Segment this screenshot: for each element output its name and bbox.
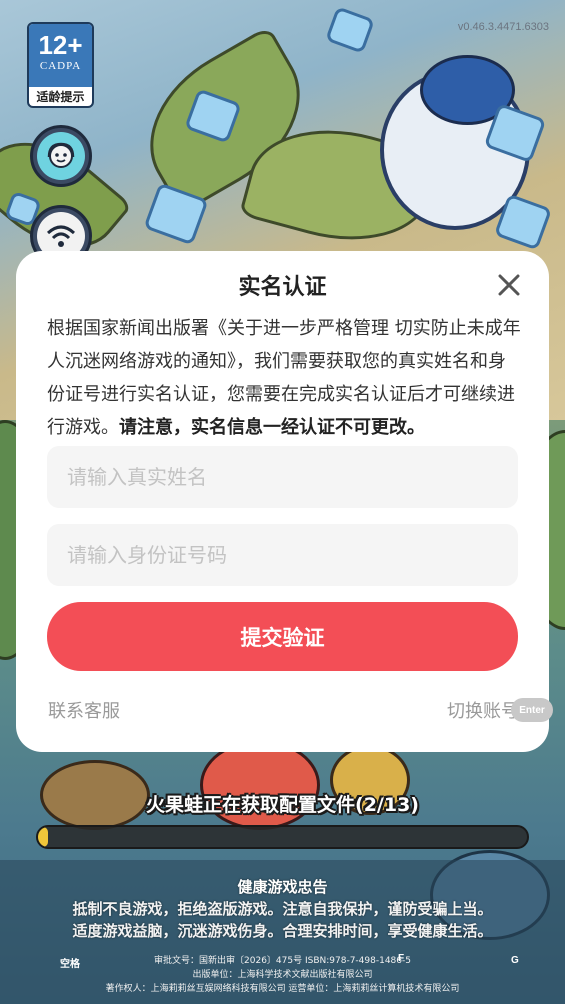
- version-label: v0.46.3.4471.6303: [457, 21, 549, 33]
- f-key-hint: F: [398, 953, 405, 964]
- health-notice: 健康游戏忠告 抵制不良游戏，拒绝盗版游戏。注意自我保护，谨防受骗上当。 适度游戏…: [0, 876, 565, 942]
- enter-key-hint: Enter: [511, 698, 553, 722]
- realname-dialog: 实名认证 根据国家新闻出版署《关于进一步严格管理 切实防止未成年人沉迷网络游戏的…: [16, 251, 553, 752]
- id-number-input[interactable]: [47, 524, 518, 586]
- publisher-info: 出版单位：上海科学技术文献出版社有限公司: [192, 970, 373, 980]
- close-icon: [498, 274, 520, 296]
- g-key-hint: G: [511, 955, 519, 966]
- support-agent-icon: [37, 132, 85, 180]
- age-rating-top: 12+ CADPA: [29, 24, 92, 87]
- contact-support-link[interactable]: 联系客服: [48, 697, 120, 723]
- submit-verification-button[interactable]: 提交验证: [47, 602, 518, 671]
- health-notice-line: 适度游戏益脑，沉迷游戏伤身。合理安排时间，享受健康生活。: [72, 922, 493, 940]
- age-rating-number: 12+: [38, 30, 83, 60]
- age-rating-org: CADPA: [39, 60, 82, 72]
- age-rating-label: 适龄提示: [36, 90, 85, 104]
- health-notice-line: 抵制不良游戏，拒绝盗版游戏。注意自我保护，谨防受骗上当。: [72, 900, 493, 918]
- loading-progress-fill: [38, 827, 48, 847]
- age-rating-badge[interactable]: 12+ CADPA 适龄提示: [27, 22, 94, 108]
- dialog-title: 实名认证: [238, 275, 327, 300]
- customer-service-button[interactable]: [30, 125, 92, 187]
- space-key-hint: 空格: [60, 959, 80, 970]
- close-button[interactable]: [497, 273, 521, 297]
- health-notice-title: 健康游戏忠告: [237, 878, 328, 896]
- copyright-info: 著作权人：上海莉莉丝互娱网络科技有限公司 运营单位：上海莉莉丝计算机技术有限公司: [105, 984, 460, 994]
- loading-progress-bar: [36, 825, 529, 849]
- loading-status-text: 火果蛙正在获取配置文件(2/13): [146, 794, 419, 816]
- real-name-input[interactable]: [47, 446, 518, 508]
- dialog-body: 根据国家新闻出版署《关于进一步严格管理 切实防止未成年人沉迷网络游戏的通知》，我…: [47, 312, 521, 444]
- approval-info: 审批文号：国新出审〔2026〕475号 ISBN:978-7-498-1486-…: [154, 956, 411, 966]
- dialog-body-warning: 请注意，实名信息一经认证不可更改。: [119, 417, 425, 438]
- switch-account-link[interactable]: 切换账号: [447, 697, 519, 723]
